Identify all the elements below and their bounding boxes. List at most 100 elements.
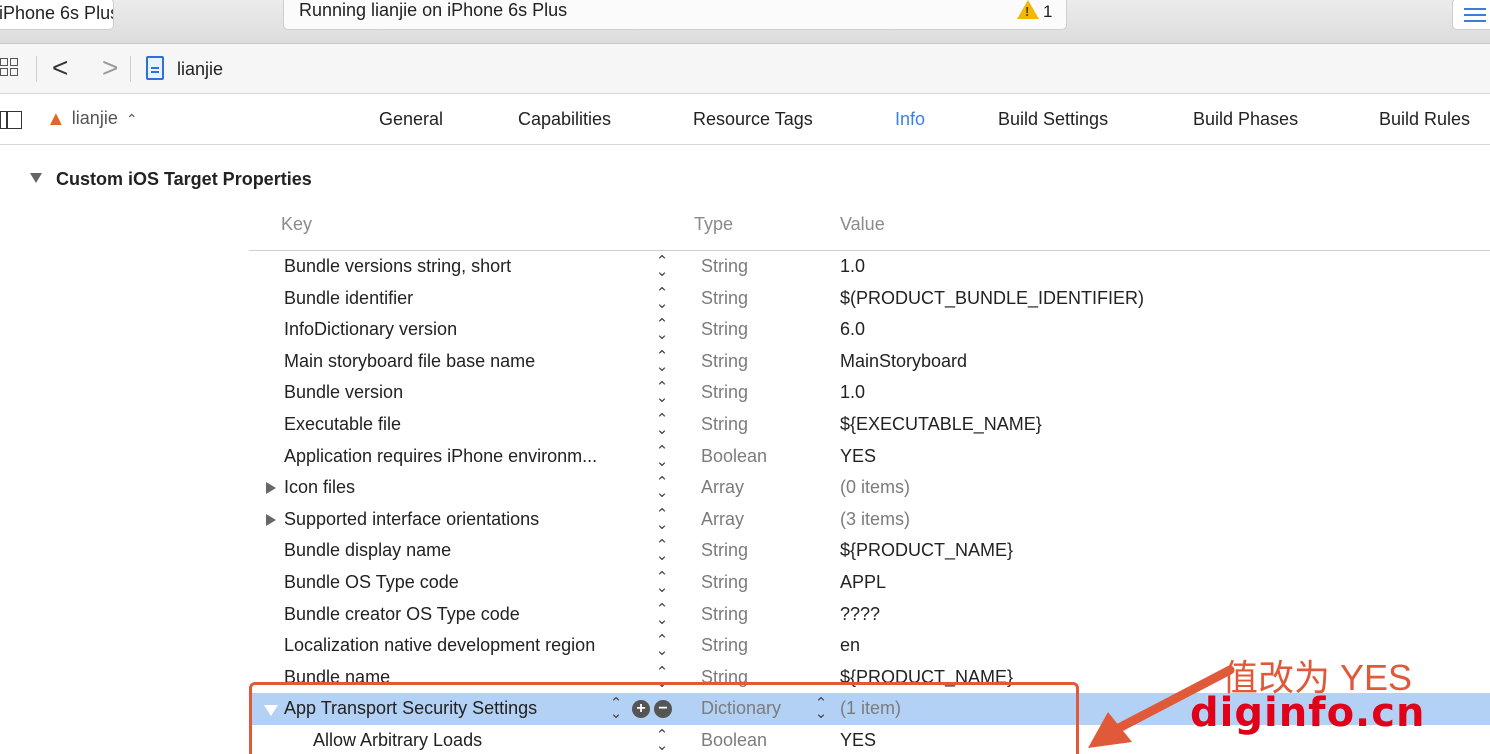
row-value[interactable]: 6.0 [840,319,865,340]
table-row[interactable]: Bundle identifier ⌃ ⌄ String $(PRODUCT_BU… [249,283,1490,315]
app-target-icon: ▲ [46,108,66,130]
watermark-brand: diginfo.cn [1190,690,1426,736]
window-toolbar: iPhone 6s Plus Running lianjie on iPhone… [0,0,1490,44]
row-value[interactable]: MainStoryboard [840,351,967,372]
row-key: Bundle version [284,382,404,403]
row-value[interactable]: ???? [840,604,880,625]
row-key: Bundle identifier [284,287,414,308]
editor-lines-icon [1464,8,1486,10]
key-stepper-icon[interactable]: ⌃ ⌄ [655,602,669,627]
row-value: (0 items) [840,477,911,498]
row-type: String [701,256,749,276]
row-key: Application requires iPhone environm... [284,445,598,466]
editor-lines-icon-line [1464,20,1486,22]
tab-build-phases[interactable]: Build Phases [1193,109,1298,130]
forward-arrow-icon[interactable]: > [102,54,118,82]
row-value[interactable]: 1.0 [840,256,865,277]
column-header-key[interactable]: Key [281,214,312,235]
table-row[interactable]: Bundle versions string, short ⌃ ⌄ String … [249,251,1490,283]
editor-tab-bar: ▲ lianjie ⌃ General Capabilities Resource… [0,95,1490,145]
jumpbar-divider [130,56,131,82]
row-type: String [701,382,749,403]
warning-indicator[interactable]: 1 [1017,0,1052,22]
table-row[interactable]: Executable file ⌃ ⌄ String ${EXECUTABLE_N… [249,409,1490,441]
key-stepper-icon[interactable]: ⌃ ⌄ [655,286,669,311]
row-key: Bundle creator OS Type code [284,603,520,624]
key-stepper-icon[interactable]: ⌃ ⌄ [655,349,669,374]
row-type: String [701,287,749,308]
key-stepper-icon[interactable]: ⌃ ⌄ [655,507,669,532]
table-row[interactable]: Bundle display name ⌃ ⌄ String ${PRODUCT_… [249,535,1490,567]
annotation-highlight-box [249,682,1079,754]
key-stepper-icon[interactable]: ⌃ ⌄ [655,380,669,405]
table-row[interactable]: Bundle creator OS Type code ⌃ ⌄ String ??… [249,599,1490,631]
tab-capabilities[interactable]: Capabilities [518,109,611,130]
table-row[interactable]: Application requires iPhone environm... … [249,441,1490,473]
expand-triangle-icon[interactable] [266,482,276,495]
row-value: (3 items) [840,508,911,529]
activity-status-text: Running lianjie on iPhone 6s Plus [299,0,568,20]
row-type: Array [701,508,745,529]
row-key: Supported interface orientations [284,508,540,529]
section-title: Custom iOS Target Properties [56,169,312,189]
row-key: Localization native development region [284,635,596,656]
warning-icon [1017,0,1039,19]
jump-bar: < > lianjie [0,44,1490,94]
tab-info[interactable]: Info [895,109,925,130]
jumpbar-divider [36,56,37,82]
tab-build-rules[interactable]: Build Rules [1379,109,1470,130]
show-project-targets-icon[interactable] [0,111,22,129]
row-key: Executable file [284,413,402,434]
jumpbar-file-name[interactable]: lianjie [177,59,223,80]
table-row[interactable]: Bundle OS Type code ⌃ ⌄ String APPL [249,567,1490,599]
table-row[interactable]: Icon files ⌃ ⌄ Array (0 items) [249,472,1490,504]
table-row[interactable]: Bundle version ⌃ ⌄ String 1.0 [249,377,1490,409]
key-stepper-icon[interactable]: ⌃ ⌄ [655,570,669,595]
row-value[interactable]: APPL [840,572,886,593]
editor-lines-icon-line [1464,14,1486,16]
related-items-grid-icon[interactable] [0,58,20,78]
row-key: InfoDictionary version [284,319,458,340]
target-name: lianjie [71,108,118,128]
row-type: String [701,571,749,592]
table-row[interactable]: InfoDictionary version ⌃ ⌄ String 6.0 [249,314,1490,346]
key-stepper-icon[interactable]: ⌃ ⌄ [655,254,669,279]
table-row[interactable]: Main storyboard file base name ⌃ ⌄ String… [249,346,1490,378]
warning-count: 1 [1043,2,1053,21]
tab-general[interactable]: General [379,109,443,130]
run-destination-selector[interactable]: iPhone 6s Plus [0,0,114,30]
table-header: Key Type Value [249,202,1490,251]
row-type: String [701,319,749,340]
row-value[interactable]: 1.0 [840,382,865,403]
key-stepper-icon[interactable]: ⌃ ⌄ [655,475,669,500]
row-type: String [701,603,749,624]
row-value[interactable]: ${EXECUTABLE_NAME} [840,414,1042,435]
column-header-value[interactable]: Value [840,214,885,235]
section-header[interactable]: Custom iOS Target Properties [30,169,312,190]
key-stepper-icon[interactable]: ⌃ ⌄ [655,412,669,437]
row-type: Boolean [701,445,768,466]
row-value[interactable]: ${PRODUCT_NAME} [840,540,1013,561]
target-selector[interactable]: ▲ lianjie ⌃ [46,108,138,131]
row-value[interactable]: $(PRODUCT_BUNDLE_IDENTIFIER) [840,288,1144,309]
row-value[interactable]: YES [840,446,876,467]
expand-triangle-icon[interactable] [266,513,276,526]
back-arrow-icon[interactable]: < [52,54,68,82]
key-stepper-icon[interactable]: ⌃ ⌄ [655,538,669,563]
row-value[interactable]: en [840,635,860,656]
table-row[interactable]: Supported interface orientations ⌃ ⌄ Arra… [249,504,1490,536]
row-type: String [701,413,749,434]
tab-build-settings[interactable]: Build Settings [998,109,1108,130]
key-stepper-icon[interactable]: ⌃ ⌄ [655,633,669,658]
disclosure-triangle-icon[interactable] [30,173,42,183]
key-stepper-icon[interactable]: ⌃ ⌄ [655,444,669,469]
row-type: Array [701,477,745,498]
activity-viewer: Running lianjie on iPhone 6s Plus 1 [283,0,1067,30]
row-key: Bundle versions string, short [284,256,512,276]
standard-editor-button[interactable] [1452,0,1490,30]
chevron-updown-icon: ⌃ [125,111,138,127]
key-stepper-icon[interactable]: ⌃ ⌄ [655,317,669,342]
column-header-type[interactable]: Type [694,214,733,235]
tab-resource-tags[interactable]: Resource Tags [693,109,813,130]
row-key: Main storyboard file base name [284,350,536,371]
